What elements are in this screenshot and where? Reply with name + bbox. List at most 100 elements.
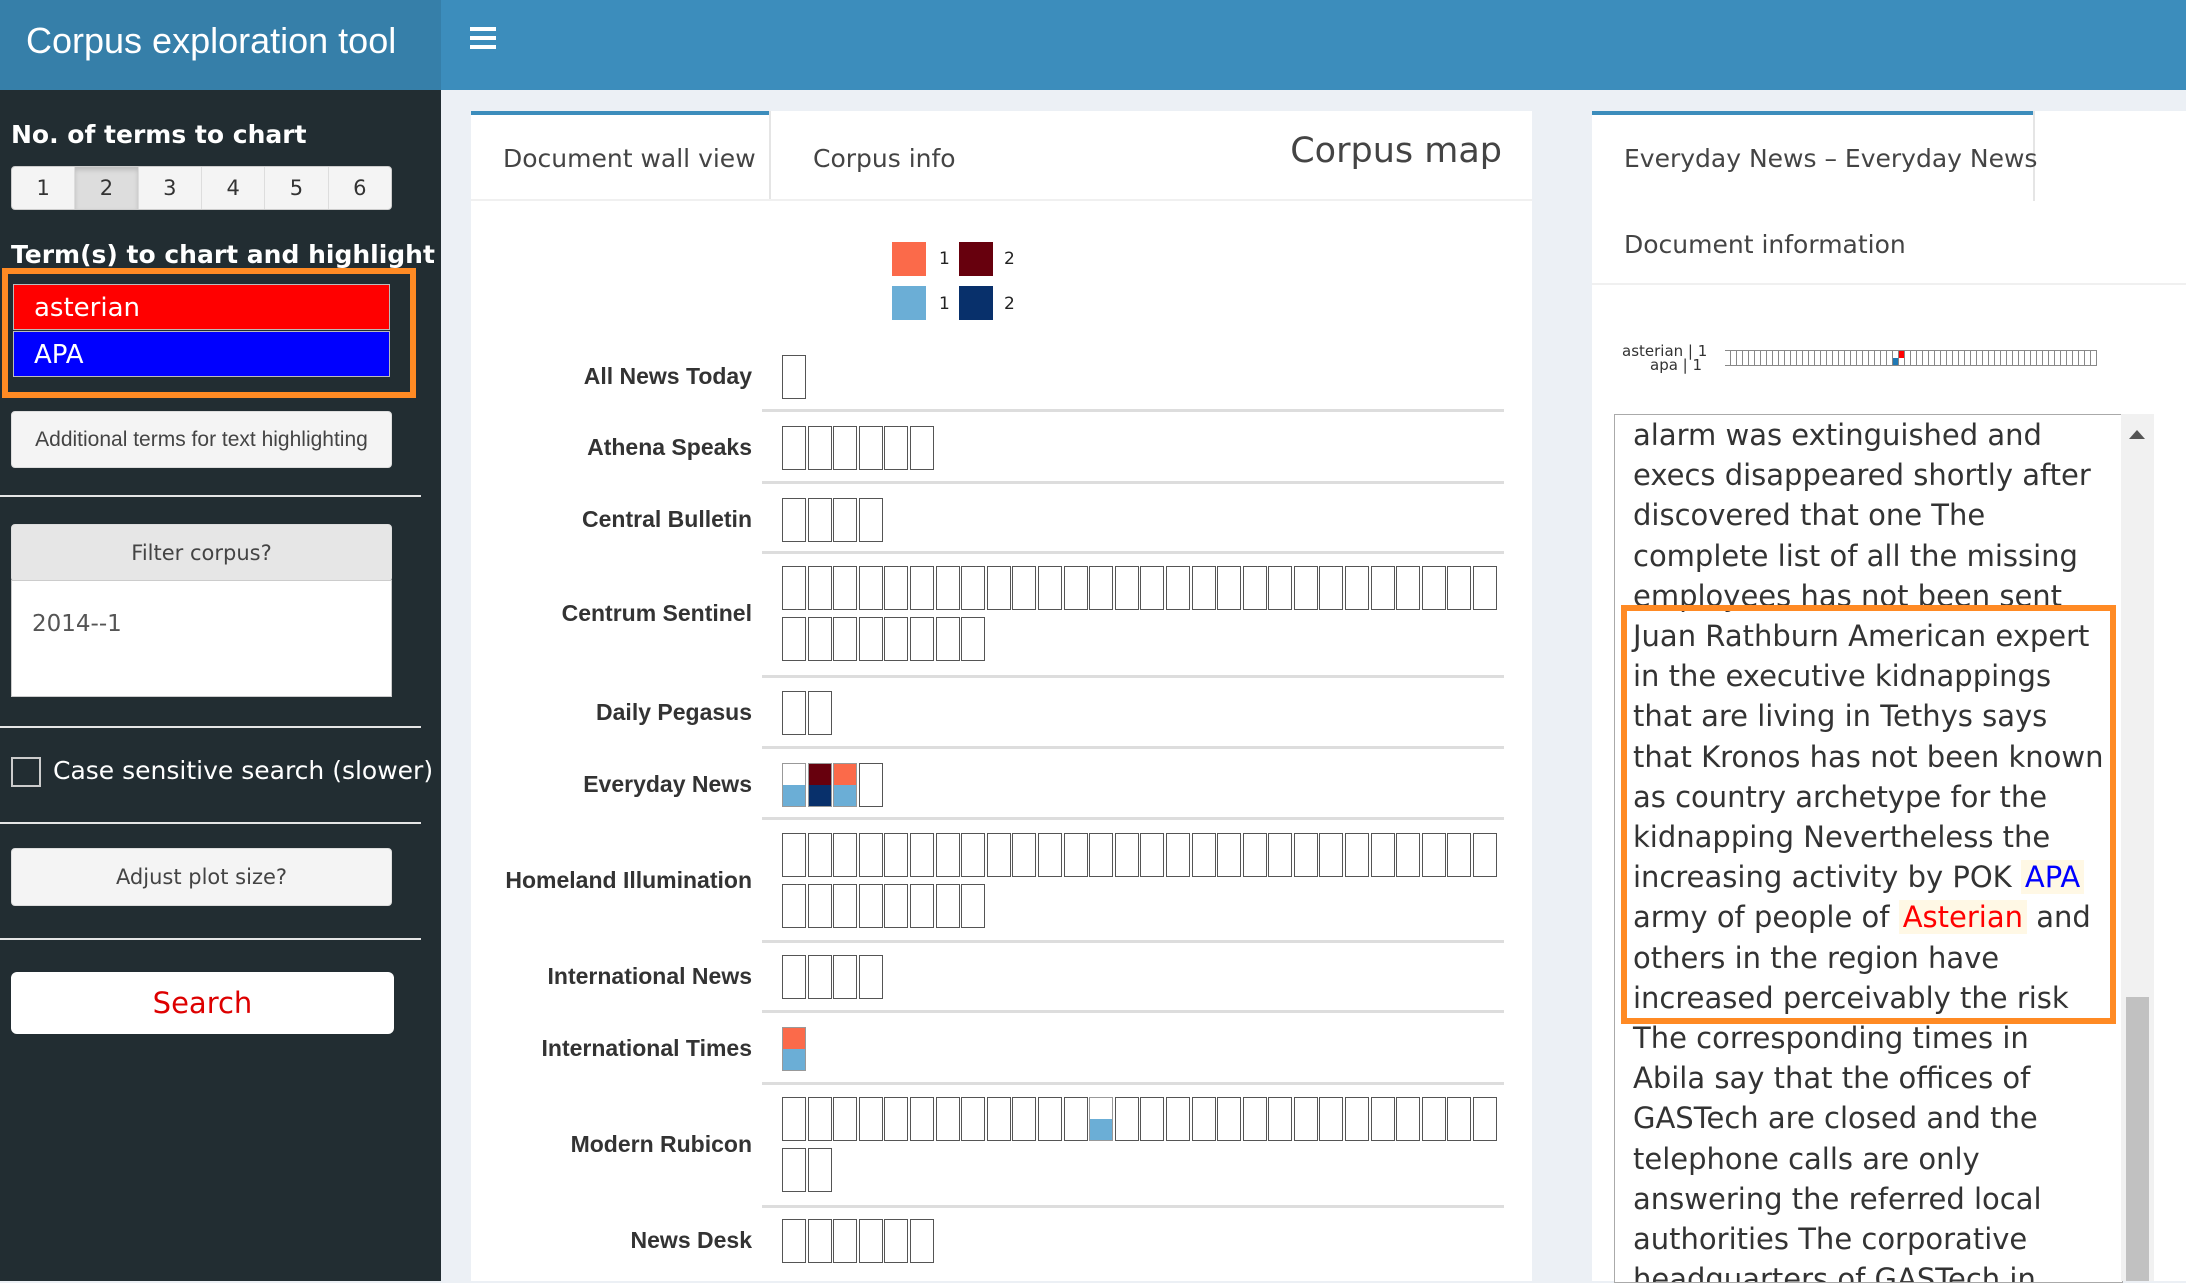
document-tile[interactable] — [961, 884, 986, 928]
terms-count-option-5[interactable]: 5 — [265, 167, 329, 209]
scroll-thumb[interactable] — [2126, 997, 2149, 1281]
document-tile[interactable] — [935, 566, 960, 610]
document-tile[interactable] — [909, 426, 934, 470]
document-tile[interactable] — [833, 498, 858, 542]
document-tile[interactable] — [807, 955, 832, 999]
document-tile[interactable] — [961, 1097, 986, 1141]
document-tile[interactable] — [1370, 833, 1395, 877]
document-tile[interactable] — [1037, 833, 1062, 877]
document-tile[interactable] — [782, 955, 806, 999]
document-tile[interactable] — [935, 1097, 960, 1141]
document-tile[interactable] — [884, 1219, 909, 1263]
document-tile[interactable] — [1012, 566, 1037, 610]
document-tile[interactable] — [1063, 1097, 1088, 1141]
tab-document-wall-view[interactable]: Document wall view — [503, 144, 756, 173]
document-tile[interactable] — [909, 1219, 934, 1263]
document-tile[interactable] — [1089, 566, 1114, 610]
document-tile[interactable] — [858, 617, 883, 661]
document-tile[interactable] — [858, 955, 883, 999]
document-tile[interactable] — [1165, 566, 1190, 610]
document-tile[interactable] — [935, 617, 960, 661]
document-tile[interactable] — [935, 884, 960, 928]
document-tile[interactable] — [858, 426, 883, 470]
document-tile[interactable] — [807, 884, 832, 928]
document-tile[interactable] — [782, 763, 806, 807]
document-tile[interactable] — [884, 566, 909, 610]
terms-count-option-4[interactable]: 4 — [202, 167, 266, 209]
document-tile[interactable] — [1473, 833, 1498, 877]
document-tile[interactable] — [1268, 833, 1293, 877]
document-tile[interactable] — [1191, 833, 1216, 877]
document-tile[interactable] — [884, 833, 909, 877]
document-tile[interactable] — [807, 1219, 832, 1263]
document-tile[interactable] — [833, 763, 858, 807]
document-tile[interactable] — [1396, 566, 1421, 610]
document-tile[interactable] — [1447, 566, 1472, 610]
document-tile[interactable] — [1345, 566, 1370, 610]
document-tile[interactable] — [1242, 566, 1267, 610]
document-tile[interactable] — [858, 884, 883, 928]
document-tile[interactable] — [961, 617, 986, 661]
document-tile[interactable] — [1191, 566, 1216, 610]
document-tile[interactable] — [807, 763, 832, 807]
document-tile[interactable] — [782, 498, 806, 542]
document-tile[interactable] — [833, 566, 858, 610]
document-tile[interactable] — [1319, 1097, 1344, 1141]
tab-document-information[interactable]: Document information — [1624, 230, 1906, 259]
document-tile[interactable] — [782, 617, 806, 661]
document-tile[interactable] — [782, 1148, 806, 1192]
document-tile[interactable] — [1217, 833, 1242, 877]
document-tile[interactable] — [833, 426, 858, 470]
document-tile[interactable] — [807, 566, 832, 610]
document-tile[interactable] — [1370, 1097, 1395, 1141]
document-tile[interactable] — [807, 426, 832, 470]
adjust-plot-size-button[interactable]: Adjust plot size? — [11, 848, 392, 906]
document-tile[interactable] — [1037, 1097, 1062, 1141]
document-tile[interactable] — [1473, 566, 1498, 610]
document-tile[interactable] — [833, 1219, 858, 1263]
document-tile[interactable] — [1089, 1097, 1114, 1141]
document-tile[interactable] — [833, 884, 858, 928]
document-tile[interactable] — [1063, 566, 1088, 610]
document-tile[interactable] — [1473, 1097, 1498, 1141]
document-tile[interactable] — [986, 1097, 1011, 1141]
document-tile[interactable] — [782, 426, 806, 470]
document-tile[interactable] — [1063, 833, 1088, 877]
document-tile[interactable] — [1242, 1097, 1267, 1141]
document-tile[interactable] — [858, 498, 883, 542]
document-tile[interactable] — [1396, 1097, 1421, 1141]
document-tile[interactable] — [1370, 566, 1395, 610]
document-tile[interactable] — [807, 1148, 832, 1192]
document-tile[interactable] — [1217, 566, 1242, 610]
document-tile[interactable] — [909, 833, 934, 877]
term-input-1[interactable]: asterian — [13, 284, 390, 330]
document-tile[interactable] — [884, 617, 909, 661]
document-tile[interactable] — [961, 566, 986, 610]
document-tile[interactable] — [986, 833, 1011, 877]
terms-count-option-3[interactable]: 3 — [139, 167, 202, 209]
document-tile[interactable] — [1268, 566, 1293, 610]
document-tile[interactable] — [858, 763, 883, 807]
document-tile[interactable] — [1268, 1097, 1293, 1141]
document-tile[interactable] — [1037, 566, 1062, 610]
document-tile[interactable] — [1293, 833, 1318, 877]
document-tile[interactable] — [1165, 833, 1190, 877]
document-tile[interactable] — [833, 617, 858, 661]
document-tile[interactable] — [909, 566, 934, 610]
document-tile[interactable] — [1447, 833, 1472, 877]
document-tile[interactable] — [782, 1219, 806, 1263]
document-tile[interactable] — [909, 884, 934, 928]
document-tile[interactable] — [1012, 1097, 1037, 1141]
document-tile[interactable] — [1319, 566, 1344, 610]
document-tile[interactable] — [1421, 566, 1446, 610]
document-tile[interactable] — [909, 1097, 934, 1141]
terms-count-option-2[interactable]: 2 — [75, 167, 139, 209]
document-tile[interactable] — [1345, 833, 1370, 877]
document-tile[interactable] — [1089, 833, 1114, 877]
document-tile[interactable] — [833, 955, 858, 999]
document-tile[interactable] — [1447, 1097, 1472, 1141]
document-tile[interactable] — [986, 566, 1011, 610]
document-tile[interactable] — [1396, 833, 1421, 877]
additional-terms-button[interactable]: Additional terms for text highlighting — [11, 411, 392, 468]
document-tile[interactable] — [1114, 1097, 1139, 1141]
